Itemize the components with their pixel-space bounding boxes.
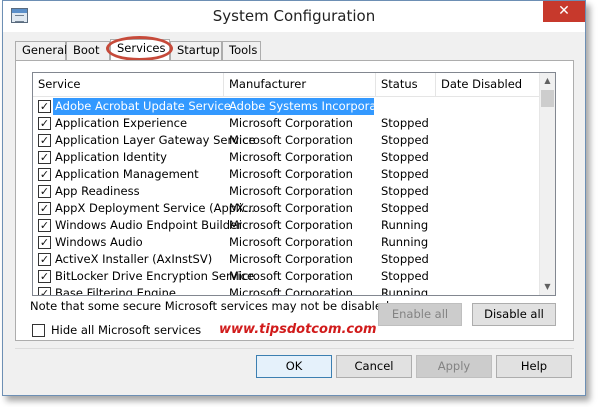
service-checkbox[interactable]: ✓ <box>38 219 51 232</box>
close-button[interactable]: ✕ <box>543 1 585 22</box>
service-checkbox[interactable]: ✓ <box>38 253 51 266</box>
disable-all-button[interactable]: Disable all <box>472 303 556 326</box>
service-manufacturer: Microsoft Corporation <box>229 269 353 283</box>
service-manufacturer: Microsoft Corporation <box>229 286 353 296</box>
vertical-scrollbar[interactable]: ▲ ▼ <box>539 73 555 295</box>
service-status: Running <box>381 99 429 113</box>
table-row[interactable]: ✓ Application Experience Microsoft Corpora… <box>33 115 541 132</box>
service-name: Application Identity <box>55 150 167 164</box>
service-manufacturer: Microsoft Corporation <box>229 201 353 215</box>
service-status: Running <box>381 235 429 249</box>
table-row[interactable]: ✓ Application Identity Microsoft Corporati… <box>33 149 541 166</box>
table-row[interactable]: ✓ Base Filtering Engine Microsoft Corporat… <box>33 285 541 296</box>
service-checkbox[interactable]: ✓ <box>38 117 51 130</box>
ok-button[interactable]: OK <box>256 355 332 378</box>
table-row[interactable]: ✓ ActiveX Installer (AxInstSV) Microsoft C… <box>33 251 541 268</box>
service-name: AppX Deployment Service (AppX... <box>55 201 255 215</box>
cancel-button[interactable]: Cancel <box>336 355 412 378</box>
service-status: Stopped <box>381 252 429 266</box>
table-row[interactable]: ✓ Adobe Acrobat Update Service Adobe Syste… <box>33 98 541 115</box>
service-status: Stopped <box>381 269 429 283</box>
service-manufacturer: Microsoft Corporation <box>229 150 353 164</box>
service-manufacturer: Microsoft Corporation <box>229 184 353 198</box>
service-manufacturer: Microsoft Corporation <box>229 252 353 266</box>
scroll-up-arrow-icon[interactable]: ▲ <box>540 73 555 89</box>
service-checkbox[interactable]: ✓ <box>38 287 51 295</box>
service-name: Application Experience <box>55 116 188 130</box>
services-panel: Service Manufacturer Status Date Disable… <box>15 60 574 341</box>
service-name: Windows Audio <box>55 235 143 249</box>
service-manufacturer: Microsoft Corporation <box>229 235 353 249</box>
service-name: Adobe Acrobat Update Service <box>55 99 231 113</box>
service-name: Application Layer Gateway Service <box>55 133 256 147</box>
service-checkbox[interactable]: ✓ <box>38 168 51 181</box>
service-name: Application Management <box>55 167 199 181</box>
service-checkbox[interactable]: ✓ <box>38 185 51 198</box>
table-row[interactable]: ✓ Application Layer Gateway Service Micros… <box>33 132 541 149</box>
service-checkbox[interactable]: ✓ <box>38 202 51 215</box>
column-header-manufacturer[interactable]: Manufacturer <box>224 73 376 97</box>
window-title: System Configuration <box>212 7 376 25</box>
service-checkbox[interactable]: ✓ <box>38 151 51 164</box>
service-name: BitLocker Drive Encryption Service <box>55 269 255 283</box>
system-configuration-window: System Configuration ✕ General Boot Serv… <box>2 0 586 396</box>
secure-services-note: Note that some secure Microsoft services… <box>30 299 393 313</box>
service-status: Stopped <box>381 133 429 147</box>
service-checkbox[interactable]: ✓ <box>38 236 51 249</box>
service-status: Stopped <box>381 184 429 198</box>
tab-services[interactable]: Services <box>110 39 170 61</box>
table-row[interactable]: ✓ App Readiness Microsoft Corporation Stopp… <box>33 183 541 200</box>
service-name: App Readiness <box>55 184 140 198</box>
tab-tools[interactable]: Tools <box>222 41 261 60</box>
service-status: Running <box>381 286 429 296</box>
scroll-down-arrow-icon[interactable]: ▼ <box>540 279 555 295</box>
service-status: Stopped <box>381 201 429 215</box>
service-manufacturer: Microsoft Corporation <box>229 116 353 130</box>
list-header: Service Manufacturer Status Date Disable… <box>33 73 541 97</box>
service-name: Base Filtering Engine <box>55 286 176 296</box>
service-status: Stopped <box>381 167 429 181</box>
service-manufacturer: Microsoft Corporation <box>229 133 353 147</box>
hide-microsoft-services-checkbox[interactable] <box>32 324 45 337</box>
service-name: Windows Audio Endpoint Builder <box>55 218 242 232</box>
table-row[interactable]: ✓ Application Management Microsoft Corpora… <box>33 166 541 183</box>
table-row[interactable]: ✓ Windows Audio Microsoft Corporation Runni… <box>33 234 541 251</box>
scrollbar-thumb[interactable] <box>541 90 554 107</box>
service-checkbox[interactable]: ✓ <box>38 100 51 113</box>
service-status: Stopped <box>381 116 429 130</box>
service-manufacturer: Microsoft Corporation <box>229 218 353 232</box>
column-header-status[interactable]: Status <box>376 73 436 97</box>
enable-all-button[interactable]: Enable all <box>378 303 462 326</box>
column-header-date-disabled[interactable]: Date Disabled <box>436 73 541 97</box>
service-manufacturer: Microsoft Corporation <box>229 167 353 181</box>
table-row[interactable]: ✓ BitLocker Drive Encryption Service Micro… <box>33 268 541 285</box>
apply-button[interactable]: Apply <box>416 355 492 378</box>
service-status: Stopped <box>381 150 429 164</box>
watermark-text: www.tipsdotcom.com <box>219 322 377 337</box>
hide-microsoft-services-label[interactable]: Hide all Microsoft services <box>51 323 201 337</box>
title-bar[interactable]: System Configuration ✕ <box>3 1 585 32</box>
service-checkbox[interactable]: ✓ <box>38 134 51 147</box>
tab-boot[interactable]: Boot <box>66 41 110 60</box>
services-list: Service Manufacturer Status Date Disable… <box>32 72 556 296</box>
service-checkbox[interactable]: ✓ <box>38 270 51 283</box>
column-header-service[interactable]: Service <box>33 73 224 97</box>
tab-general[interactable]: General <box>15 41 67 60</box>
table-row[interactable]: ✓ Windows Audio Endpoint Builder Microsoft… <box>33 217 541 234</box>
table-row[interactable]: ✓ AppX Deployment Service (AppX... Microso… <box>33 200 541 217</box>
service-manufacturer: Adobe Systems Incorporated <box>229 99 396 113</box>
help-button[interactable]: Help <box>496 355 572 378</box>
separator <box>15 348 574 349</box>
list-rows: ✓ Adobe Acrobat Update Service Adobe Syste… <box>33 98 541 296</box>
service-status: Running <box>381 218 429 232</box>
tab-startup[interactable]: Startup <box>170 41 222 60</box>
service-name: ActiveX Installer (AxInstSV) <box>55 252 213 266</box>
